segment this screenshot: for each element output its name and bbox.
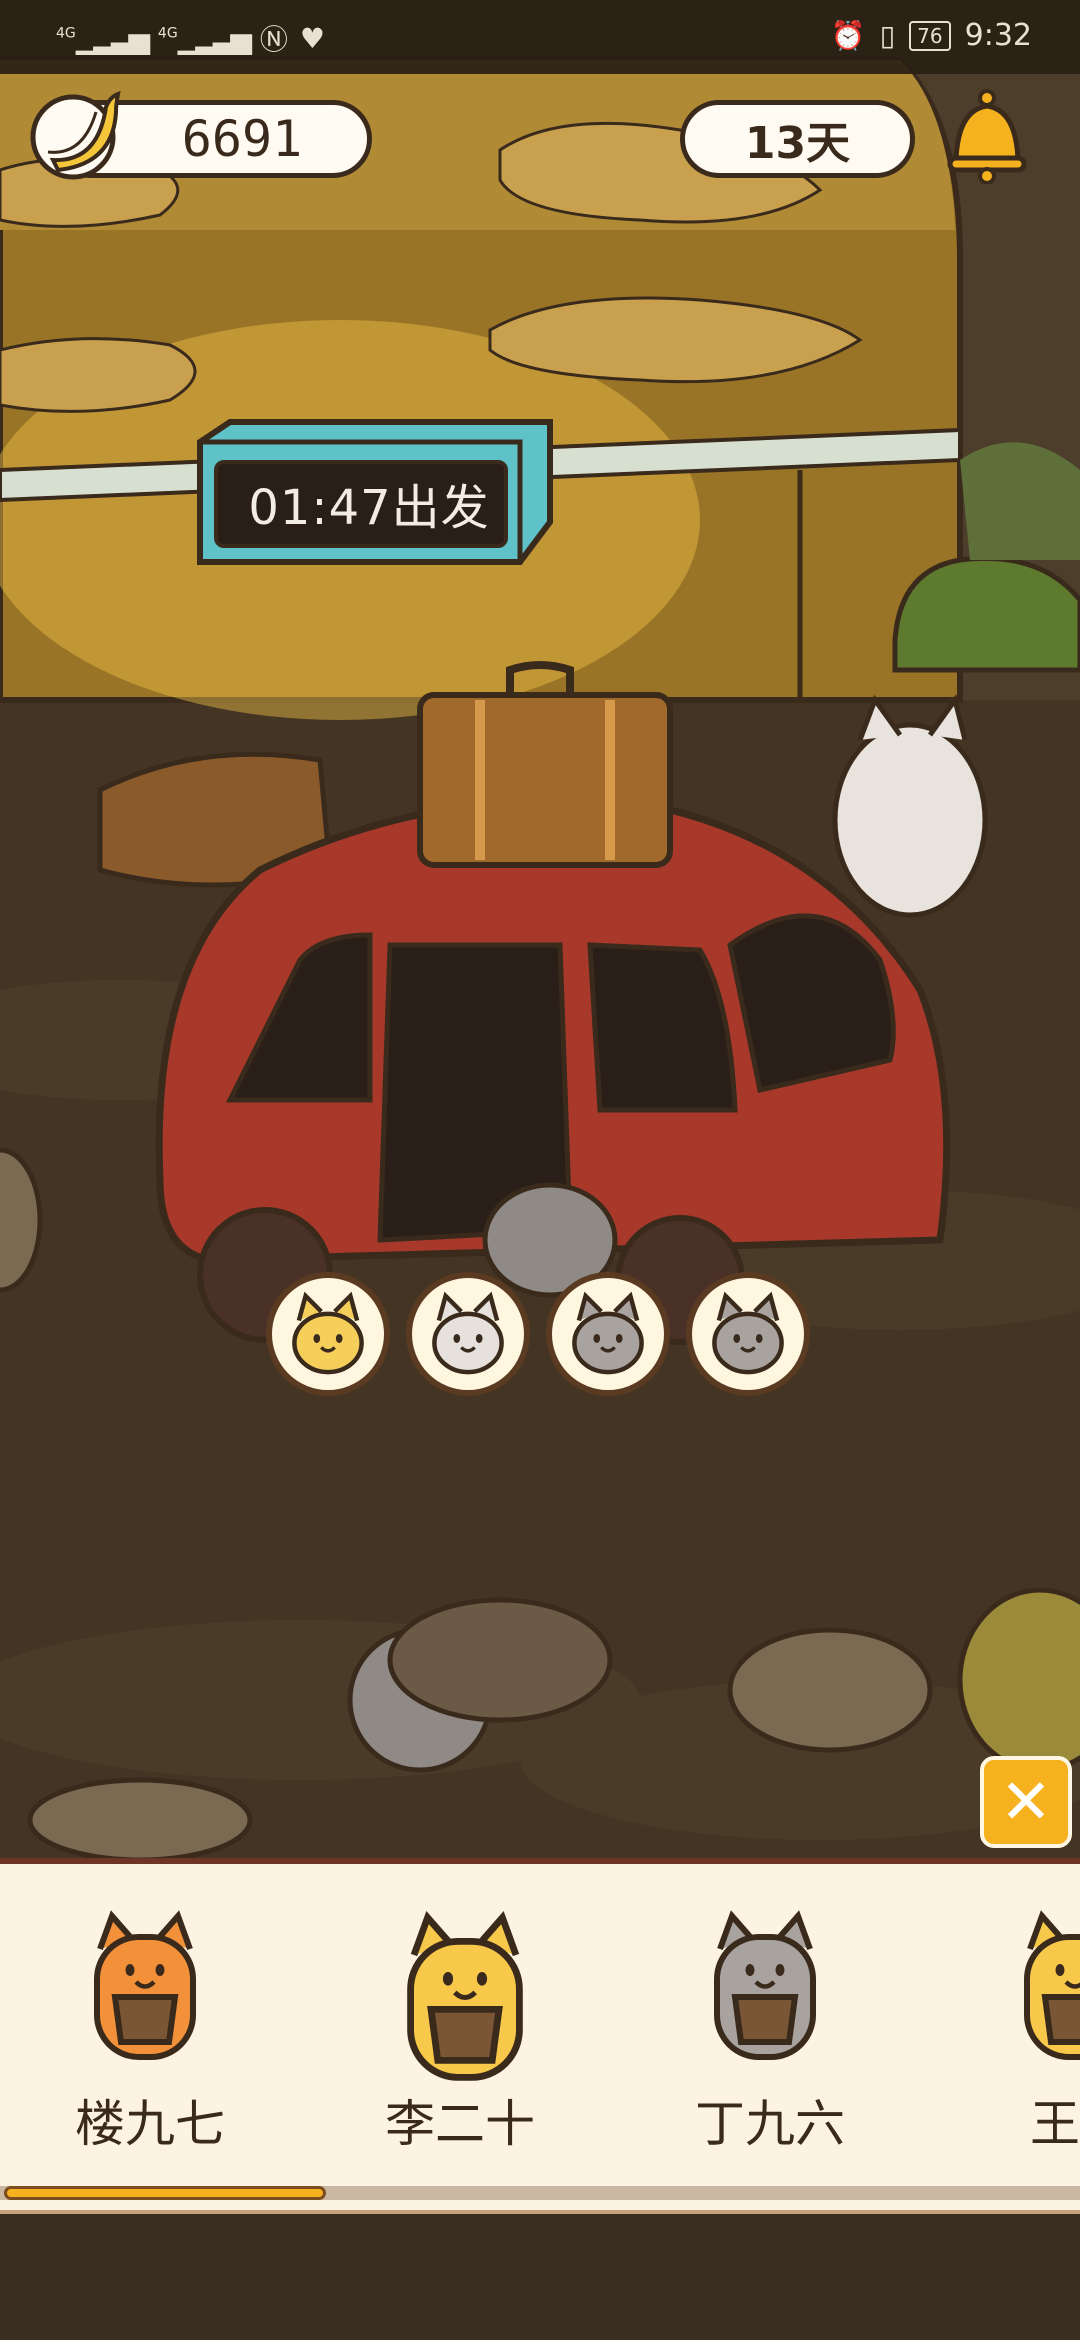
departure-time: 01:47出发 bbox=[248, 480, 490, 536]
departure-sign: 01:47出发 bbox=[180, 412, 560, 572]
tray-scrollbar-thumb[interactable] bbox=[4, 2186, 326, 2200]
cat-portrait bbox=[714, 1910, 816, 2060]
cat-portrait bbox=[407, 1911, 523, 2081]
vibrate-icon: ▯ bbox=[879, 19, 896, 52]
cat-name: 丁九六 bbox=[695, 2095, 845, 2153]
cat-name: 王一 bbox=[1030, 2095, 1080, 2153]
cat-name: 李二十 bbox=[385, 2095, 535, 2153]
car-seat[interactable] bbox=[546, 1272, 670, 1396]
cat-face-icon bbox=[292, 1291, 364, 1375]
alarm-icon: ⏰ bbox=[830, 19, 866, 52]
clock: 9:32 bbox=[964, 18, 1032, 53]
car-seat[interactable] bbox=[266, 1272, 390, 1396]
health-icon: ♥ bbox=[299, 21, 325, 55]
cat-face-icon bbox=[712, 1291, 784, 1375]
car-seat[interactable] bbox=[406, 1272, 530, 1396]
battery-icon: 76 bbox=[909, 20, 951, 51]
signal-icon: 4G▁▂▃▅ bbox=[56, 21, 150, 55]
nfc-icon: Ⓝ bbox=[259, 23, 288, 56]
cat-face-icon bbox=[432, 1291, 504, 1375]
cat-portrait bbox=[94, 1910, 196, 2060]
cat-card[interactable]: 楼九七 bbox=[40, 1864, 260, 2184]
cat-card[interactable]: 王一 bbox=[970, 1864, 1080, 2184]
cat-face-icon bbox=[572, 1291, 644, 1375]
close-button[interactable]: ✕ bbox=[980, 1756, 1072, 1848]
battery-level: 76 bbox=[917, 23, 943, 48]
days-label: 13天 bbox=[744, 118, 851, 169]
bell-icon[interactable] bbox=[944, 88, 1030, 184]
close-icon: ✕ bbox=[1000, 1765, 1052, 1838]
days-counter: 13天 bbox=[680, 100, 915, 178]
car-seat[interactable] bbox=[686, 1272, 810, 1396]
status-right: ⏰ ▯ 76 9:32 bbox=[831, 18, 1032, 53]
cat-name: 楼九七 bbox=[75, 2095, 225, 2153]
cat-selection-tray: 楼九七 李二十 丁九六 王一 bbox=[0, 1858, 1080, 2214]
banana-icon bbox=[30, 90, 121, 180]
cat-card[interactable]: 丁九六 bbox=[660, 1864, 880, 2184]
game-screen: 4G▁▂▃▅ 4G▁▂▃▅ Ⓝ ♥ ⏰ ▯ 76 9:32 6691 13天 0… bbox=[0, 0, 1080, 2340]
coin-count: 6691 bbox=[181, 110, 303, 168]
cat-card[interactable]: 李二十 bbox=[350, 1864, 570, 2184]
signal-icon: 4G▁▂▃▅ bbox=[157, 21, 252, 55]
cat-portrait bbox=[1024, 1910, 1080, 2060]
status-bar: 4G▁▂▃▅ 4G▁▂▃▅ Ⓝ ♥ ⏰ ▯ 76 9:32 bbox=[0, 0, 1080, 74]
status-left: 4G▁▂▃▅ 4G▁▂▃▅ Ⓝ ♥ bbox=[56, 18, 325, 58]
